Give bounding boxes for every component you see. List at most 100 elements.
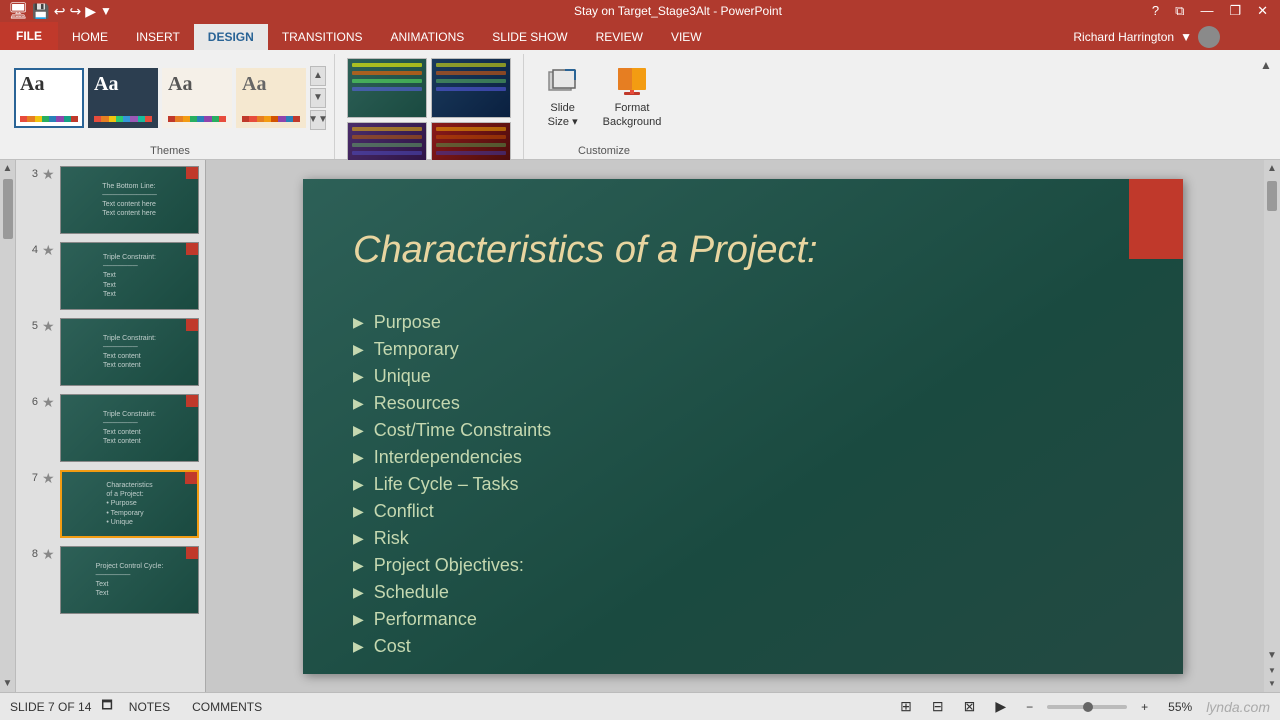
window-title: Stay on Target_Stage3Alt - PowerPoint xyxy=(208,4,1148,18)
reading-view-btn[interactable]: ⊠ xyxy=(958,696,982,717)
bullet-text-1: Purpose xyxy=(374,312,441,333)
theme-4[interactable]: Aa xyxy=(236,68,306,128)
canvas-scroll-pagedown[interactable]: ▼ xyxy=(1266,677,1278,690)
theme-scroll-more[interactable]: ▼▼ xyxy=(310,110,326,130)
panel-vscrollbar: ▲ ▼ xyxy=(0,160,16,692)
minimize-btn[interactable]: — xyxy=(1196,3,1217,19)
bullet-arrow-9: ▶ xyxy=(353,530,364,547)
zoom-thumb xyxy=(1083,702,1093,712)
bullet-text-12: Performance xyxy=(374,609,477,630)
comments-btn[interactable]: COMMENTS xyxy=(186,698,268,716)
slide-item-4[interactable]: 4 ★ Triple Constraint:───────TextTextTex… xyxy=(20,240,201,312)
slide-num-3: 3 xyxy=(22,168,38,180)
user-chevron[interactable]: ▼ xyxy=(1180,30,1192,44)
zoom-in-btn[interactable]: + xyxy=(1135,698,1154,716)
redo-quick-btn[interactable]: ↪ xyxy=(69,3,81,20)
slide-num-7: 7 xyxy=(22,472,38,484)
restore-down-btn[interactable]: ⧉ xyxy=(1171,3,1188,19)
tab-design[interactable]: DESIGN xyxy=(194,24,268,50)
variant-2[interactable] xyxy=(431,58,511,118)
close-btn[interactable]: ✕ xyxy=(1253,3,1272,19)
bullet-arrow-13: ▶ xyxy=(353,638,364,655)
bullet-arrow-12: ▶ xyxy=(353,611,364,628)
slide-thumb-7[interactable]: Characteristicsof a Project:• Purpose• T… xyxy=(60,470,199,538)
more-quick-btn[interactable]: ▼ xyxy=(100,4,112,18)
save-quick-btn[interactable]: 💾 xyxy=(32,3,49,20)
bullet-text-9: Risk xyxy=(374,528,409,549)
zoom-level[interactable]: 55% xyxy=(1162,698,1198,716)
slide-thumb-3[interactable]: The Bottom Line:───────────Text content … xyxy=(60,166,199,234)
canvas-vscrollbar: ▲ ▼ ▼ ▼ xyxy=(1264,160,1280,692)
slideshow-btn[interactable]: ▶ xyxy=(989,696,1012,717)
bullet-arrow-7: ▶ xyxy=(353,476,364,493)
theme-3[interactable]: Aa xyxy=(162,68,232,128)
slide-sorter-btn[interactable]: ⊟ xyxy=(926,696,950,717)
slide-thumb-8[interactable]: Project Control Cycle:───────TextText xyxy=(60,546,199,614)
bullet-text-10: Project Objectives: xyxy=(374,555,524,576)
tab-transitions[interactable]: TRANSITIONS xyxy=(268,24,377,50)
slide-item-3[interactable]: 3 ★ The Bottom Line:───────────Text cont… xyxy=(20,164,201,236)
bullet-text-6: Interdependencies xyxy=(374,447,522,468)
slide-thumb-4[interactable]: Triple Constraint:───────TextTextText xyxy=(60,242,199,310)
bullet-arrow-10: ▶ xyxy=(353,557,364,574)
bullet-text-11: Schedule xyxy=(374,582,449,603)
slide-item-8[interactable]: 8 ★ Project Control Cycle:───────TextTex… xyxy=(20,544,201,616)
bullet-arrow-8: ▶ xyxy=(353,503,364,520)
customize-content: SlideSize ▾ FormatBackground xyxy=(541,54,668,141)
canvas-scroll-more[interactable]: ▼ xyxy=(1266,664,1278,677)
canvas-scroll-down[interactable]: ▼ xyxy=(1264,647,1280,664)
slide-thumb-6[interactable]: Triple Constraint:───────Text contentTex… xyxy=(60,394,199,462)
tab-slideshow[interactable]: SLIDE SHOW xyxy=(478,24,581,50)
zoom-out-btn[interactable]: − xyxy=(1020,698,1039,716)
canvas-scroll-up[interactable]: ▲ xyxy=(1264,160,1280,177)
tab-home[interactable]: HOME xyxy=(58,24,122,50)
slide-size-button[interactable]: SlideSize ▾ xyxy=(541,62,585,132)
theme-scroll: ▲ ▼ ▼▼ xyxy=(310,66,326,130)
theme-scroll-up[interactable]: ▲ xyxy=(310,66,326,86)
notes-btn[interactable]: NOTES xyxy=(123,698,176,716)
slide-bullets: ▶ Purpose ▶ Temporary ▶ Unique ▶ Resourc… xyxy=(353,309,1133,660)
tab-view[interactable]: VIEW xyxy=(657,24,716,50)
themes-content: Aa Aa xyxy=(14,54,326,141)
panel-scroll-up[interactable]: ▲ xyxy=(0,160,15,177)
tab-insert[interactable]: INSERT xyxy=(122,24,194,50)
help-btn[interactable]: ? xyxy=(1148,3,1163,19)
tab-file[interactable]: FILE xyxy=(0,22,58,50)
bullet-project-objectives: ▶ Project Objectives: xyxy=(353,552,1133,579)
format-background-button[interactable]: FormatBackground xyxy=(597,62,668,132)
slide-decoration-rect xyxy=(1129,179,1183,259)
customize-section: SlideSize ▾ FormatBackground Cust xyxy=(524,54,684,159)
panel-scroll-down[interactable]: ▼ xyxy=(0,675,15,692)
tab-review[interactable]: REVIEW xyxy=(582,24,657,50)
zoom-slider[interactable] xyxy=(1047,705,1127,709)
slide-panel-container: ▲ ▼ 3 ★ The Bottom Line:───────────Text … xyxy=(0,160,206,692)
lynda-logo: lynda.com xyxy=(1206,699,1270,715)
present-quick-btn[interactable]: ▶ xyxy=(85,3,96,20)
theme-scroll-down[interactable]: ▼ xyxy=(310,88,326,108)
themes-label: Themes xyxy=(150,141,190,159)
slide-item-5[interactable]: 5 ★ Triple Constraint:───────Text conten… xyxy=(20,316,201,388)
slide-thumb-5[interactable]: Triple Constraint:───────Text contentTex… xyxy=(60,318,199,386)
slide-item-6[interactable]: 6 ★ Triple Constraint:───────Text conten… xyxy=(20,392,201,464)
status-right: ⊞ ⊟ ⊠ ▶ − + 55% lynda.com xyxy=(894,696,1270,717)
normal-view-btn[interactable]: ⊞ xyxy=(894,696,918,717)
canvas-scroll-thumb[interactable] xyxy=(1267,181,1277,211)
panel-scroll-thumb[interactable] xyxy=(3,179,13,239)
variant-1[interactable] xyxy=(347,58,427,118)
bullet-arrow-1: ▶ xyxy=(353,314,364,331)
user-name: Richard Harrington xyxy=(1073,30,1174,44)
slide-item-7[interactable]: 7 ★ Characteristicsof a Project:• Purpos… xyxy=(20,468,201,540)
bullet-cost: ▶ Cost xyxy=(353,633,1133,660)
maximize-btn[interactable]: ❐ xyxy=(1225,3,1245,19)
undo-quick-btn[interactable]: ↩ xyxy=(54,3,66,20)
bullet-conflict: ▶ Conflict xyxy=(353,498,1133,525)
slide-canvas[interactable]: Characteristics of a Project: ▶ Purpose … xyxy=(303,179,1183,674)
theme-1[interactable]: Aa xyxy=(14,68,84,128)
bullet-unique: ▶ Unique xyxy=(353,363,1133,390)
tab-animations[interactable]: ANIMATIONS xyxy=(376,24,478,50)
bullet-temporary: ▶ Temporary xyxy=(353,336,1133,363)
ribbon-collapse-btn[interactable]: ▲ xyxy=(1258,58,1274,72)
theme-4-text: Aa xyxy=(242,74,300,94)
theme-2[interactable]: Aa xyxy=(88,68,158,128)
user-area: Richard Harrington ▼ xyxy=(1073,26,1280,50)
